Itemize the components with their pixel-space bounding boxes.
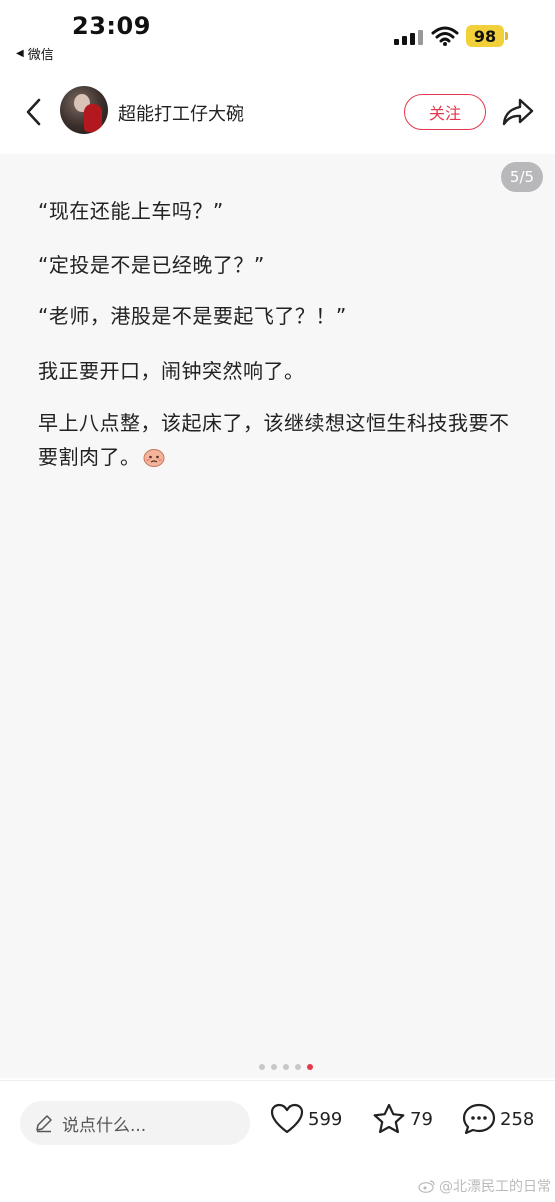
battery-indicator: 98 [466,25,504,47]
wifi-icon [431,26,459,46]
comment-input[interactable]: 说点什么... [20,1101,250,1145]
share-arrow-icon [502,98,534,126]
comment-button[interactable]: 258 [462,1103,534,1135]
carousel-dots [0,1064,555,1070]
favorite-count: 79 [410,1108,433,1130]
comment-count: 258 [500,1108,535,1130]
avatar-clothing [84,104,102,132]
status-bar: 23:09 ◀ 微信 98 [0,0,555,70]
comment-placeholder: 说点什么... [62,1115,147,1136]
back-button[interactable] [18,94,48,130]
share-button[interactable] [500,96,536,128]
weibo-logo-icon [418,1180,435,1193]
post-paragraph: 我正要开口，闹钟突然响了。 [38,359,305,383]
page-indicator-badge: 5/5 [501,162,543,192]
like-count: 599 [308,1108,343,1130]
carousel-dot[interactable] [270,1064,277,1070]
carousel-dot[interactable] [294,1064,301,1070]
carousel-dot-active[interactable] [306,1064,313,1070]
like-button[interactable]: 599 [270,1103,342,1135]
back-app-label: 微信 [27,48,54,63]
watermark: @北漂民工的日常 [418,1176,551,1196]
carousel-dot[interactable] [258,1064,265,1070]
carousel-dot[interactable] [282,1064,289,1070]
post-paragraph: “定投是不是已经晚了？” [38,253,265,277]
post-paragraph: “老师，港股是不是要起飞了？！” [38,304,347,328]
author-name[interactable]: 超能打工仔大碗 [118,100,244,126]
chevron-left-icon [26,98,41,126]
status-time: 23:09 [72,12,151,40]
back-to-app-link[interactable]: ◀ 微信 [16,44,54,63]
sad-face-emoji-icon [143,449,164,467]
post-paragraph-last: 早上八点整，该起床了，该继续想这恒生科技我要不要割肉了。 [38,406,528,474]
star-icon [373,1103,405,1134]
author-avatar[interactable] [60,86,108,134]
heart-icon [270,1103,304,1134]
watermark-text: @北漂民工的日常 [439,1179,551,1195]
post-header: 超能打工仔大碗 关注 [0,80,555,152]
battery-tip [505,32,508,40]
post-paragraph-text: 早上八点整，该起床了，该继续想这恒生科技我要不要割肉了。 [38,411,510,469]
post-content: 5/5 “现在还能上车吗？” “定投是不是已经晚了？” “老师，港股是不是要起飞… [0,154,555,1078]
follow-button[interactable]: 关注 [404,94,486,130]
pencil-icon [36,1115,52,1133]
cellular-signal-icon [394,30,423,45]
speech-bubble-icon [462,1103,496,1135]
back-triangle-icon: ◀ [16,48,24,59]
post-paragraph: “现在还能上车吗？” [38,199,224,223]
favorite-button[interactable]: 79 [372,1103,433,1135]
